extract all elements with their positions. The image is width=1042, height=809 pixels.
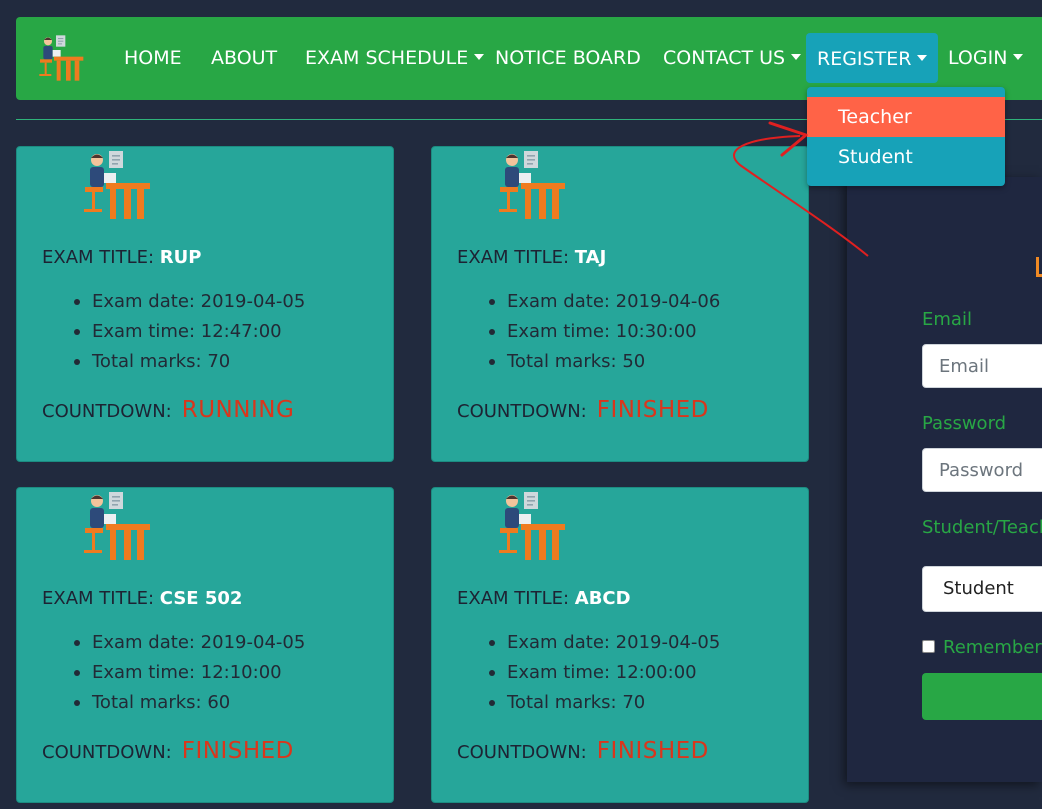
caret-down-icon xyxy=(1013,54,1024,60)
role-select[interactable]: Student xyxy=(922,566,1042,612)
countdown-status: FINISHED xyxy=(181,738,294,764)
login-panel: Email Password Student/Teacher Student R… xyxy=(847,177,1042,782)
exam-title: EXAM TITLE: TAJ xyxy=(457,247,607,268)
exam-time: Exam time: 10:30:00 xyxy=(488,317,720,347)
exam-details: Exam date: 2019-04-05 Exam time: 12:00:0… xyxy=(488,628,720,718)
exam-total-marks: Total marks: 70 xyxy=(73,347,305,377)
exam-countdown: COUNTDOWN: FINISHED xyxy=(457,738,709,764)
countdown-status: FINISHED xyxy=(596,397,709,423)
exam-total-marks: Total marks: 60 xyxy=(73,688,305,718)
person-at-desk-icon xyxy=(84,151,150,219)
remember-checkbox[interactable] xyxy=(922,640,935,653)
nav-home[interactable]: HOME xyxy=(124,17,182,100)
login-submit-button[interactable] xyxy=(922,673,1042,720)
role-label: Student/Teacher xyxy=(922,517,1042,538)
nav-contact-us[interactable]: CONTACT US xyxy=(663,17,802,100)
exam-time: Exam time: 12:10:00 xyxy=(73,658,305,688)
teacher-desk-icon[interactable] xyxy=(36,33,84,83)
nav-about[interactable]: ABOUT xyxy=(211,17,277,100)
register-dropdown-menu: Teacher Student xyxy=(807,87,1005,186)
exam-countdown: COUNTDOWN: FINISHED xyxy=(457,397,709,423)
exam-details: Exam date: 2019-04-05 Exam time: 12:47:0… xyxy=(73,287,305,377)
exam-title: EXAM TITLE: RUP xyxy=(42,247,202,268)
exam-title: EXAM TITLE: ABCD xyxy=(457,588,631,609)
caret-down-icon xyxy=(917,55,928,61)
caret-down-icon xyxy=(474,54,485,60)
nav-exam-schedule[interactable]: EXAM SCHEDULE xyxy=(305,17,485,100)
caret-down-icon xyxy=(791,54,802,60)
dropdown-item-student[interactable]: Student xyxy=(807,137,1005,177)
panel-logo-fragment xyxy=(1036,257,1042,277)
nav-register[interactable]: REGISTER xyxy=(806,33,938,83)
exam-date: Exam date: 2019-04-05 xyxy=(488,628,720,658)
person-at-desk-icon xyxy=(499,151,565,219)
exam-details: Exam date: 2019-04-06 Exam time: 10:30:0… xyxy=(488,287,720,377)
exam-card: EXAM TITLE: CSE 502 Exam date: 2019-04-0… xyxy=(16,487,394,803)
exam-date: Exam date: 2019-04-05 xyxy=(73,628,305,658)
dropdown-item-teacher[interactable]: Teacher xyxy=(807,97,1005,137)
email-input[interactable] xyxy=(922,344,1042,388)
exam-date: Exam date: 2019-04-05 xyxy=(73,287,305,317)
exam-total-marks: Total marks: 70 xyxy=(488,688,720,718)
countdown-status: RUNNING xyxy=(181,397,295,423)
exam-details: Exam date: 2019-04-05 Exam time: 12:10:0… xyxy=(73,628,305,718)
person-at-desk-icon xyxy=(499,492,565,560)
exam-countdown: COUNTDOWN: RUNNING xyxy=(42,397,295,423)
exam-time: Exam time: 12:47:00 xyxy=(73,317,305,347)
exam-countdown: COUNTDOWN: FINISHED xyxy=(42,738,294,764)
exam-card: EXAM TITLE: RUP Exam date: 2019-04-05 Ex… xyxy=(16,146,394,462)
email-label: Email xyxy=(922,309,972,330)
nav-notice-board[interactable]: NOTICE BOARD xyxy=(495,17,641,100)
exam-card: EXAM TITLE: ABCD Exam date: 2019-04-05 E… xyxy=(431,487,809,803)
exam-title: EXAM TITLE: CSE 502 xyxy=(42,588,243,609)
person-at-desk-icon xyxy=(84,492,150,560)
password-input[interactable] xyxy=(922,448,1042,492)
remember-label: Remember me xyxy=(943,637,1042,658)
countdown-status: FINISHED xyxy=(596,738,709,764)
exam-date: Exam date: 2019-04-06 xyxy=(488,287,720,317)
exam-total-marks: Total marks: 50 xyxy=(488,347,720,377)
exam-time: Exam time: 12:00:00 xyxy=(488,658,720,688)
exam-card: EXAM TITLE: TAJ Exam date: 2019-04-06 Ex… xyxy=(431,146,809,462)
password-label: Password xyxy=(922,413,1007,434)
